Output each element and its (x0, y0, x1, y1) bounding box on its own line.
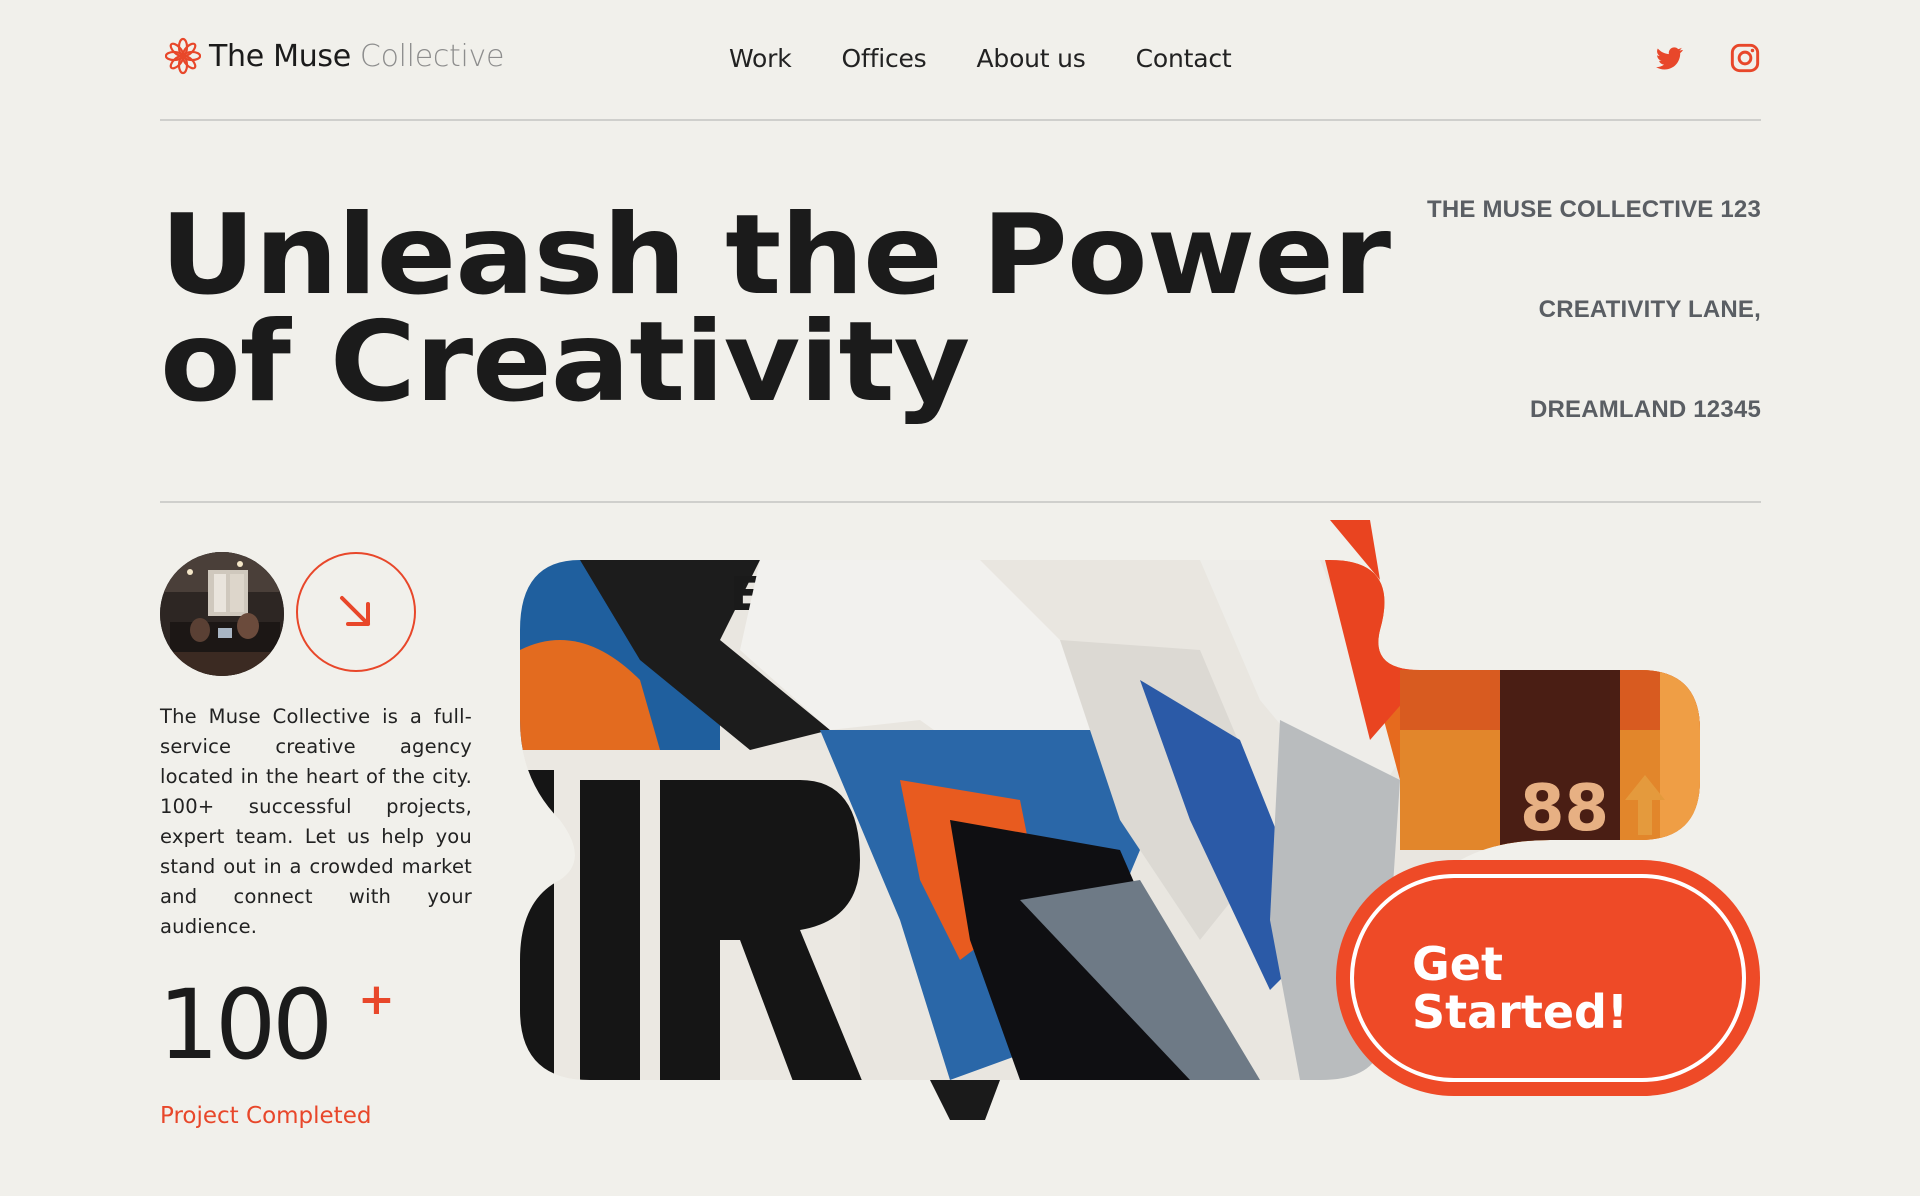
nav-item-about-us[interactable]: About us (977, 44, 1086, 73)
twitter-icon[interactable] (1653, 42, 1685, 74)
team-photo-avatar (160, 552, 284, 676)
address-line-3: DREAMLAND 12345 (1529, 396, 1761, 423)
address-block: THE MUSE COLLECTIVE 123 CREATIVITY LANE,… (1427, 196, 1761, 496)
flower-logo-icon (165, 37, 201, 75)
stat-value: 100 (158, 969, 333, 1081)
cta-label-line-2: Started! (1412, 985, 1628, 1039)
headline-line-1: Unleash the Power (160, 191, 1391, 320)
nav-item-contact[interactable]: Contact (1136, 44, 1232, 73)
cta-label: Get Started! (1412, 940, 1672, 1036)
stat-label: Project Completed (160, 1103, 372, 1129)
nav-item-offices[interactable]: Offices (842, 44, 927, 73)
instagram-icon[interactable] (1729, 42, 1761, 74)
brand-name-primary: The Muse (209, 38, 351, 74)
main-nav: Work Offices About us Contact (729, 44, 1282, 73)
nav-item-work[interactable]: Work (729, 44, 792, 73)
svg-text:88: 88 (1520, 772, 1609, 846)
headline-line-2: of Creativity (160, 298, 970, 427)
social-links (1609, 42, 1761, 74)
get-started-button[interactable]: Get Started! (1336, 860, 1760, 1096)
brand-logo[interactable]: The Muse Collective (165, 37, 504, 75)
brand-name-secondary: Collective (359, 38, 505, 74)
agency-description: The Muse Collective is a full-service cr… (160, 705, 472, 938)
cta-label-line-1: Get (1412, 937, 1503, 991)
stat-plus-suffix: + (358, 974, 395, 1025)
address-line-2: CREATIVITY LANE, (1538, 296, 1761, 323)
scroll-arrow-button[interactable] (296, 552, 416, 672)
arrow-down-right-icon (340, 596, 370, 626)
hero-headline: Unleash the Power of Creativity (160, 191, 1391, 427)
hero-section: Unleash the Power of Creativity THE MUSE… (160, 120, 1761, 503)
site-header: The Muse Collective Work Offices About u… (160, 0, 1761, 121)
address-line-1: THE MUSE COLLECTIVE 123 (1427, 196, 1761, 223)
